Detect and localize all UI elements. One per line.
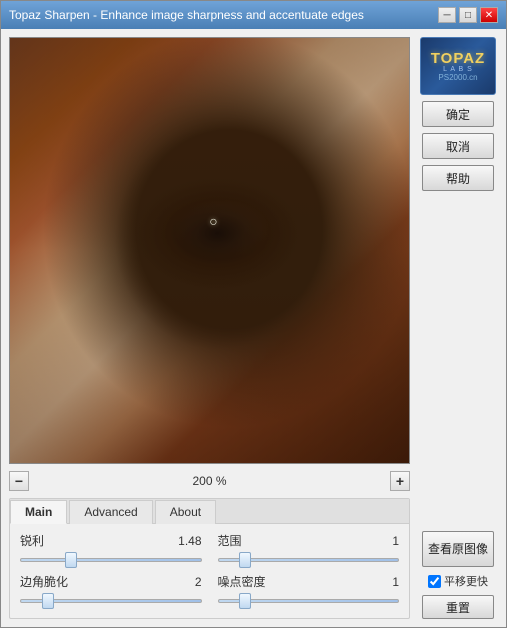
brand-name: TOPAZ [431, 51, 485, 66]
edge-fade-thumb[interactable] [42, 593, 54, 609]
edge-fade-control: 边角脆化 2 [20, 573, 202, 610]
edge-fade-track [20, 599, 202, 603]
zoom-bar: − 200 % + [9, 470, 410, 492]
right-panel: TOPAZ L A B S PS2000.cn 确定 取消 帮助 查看原图像 平… [418, 37, 498, 619]
tabs-header: Main Advanced About [10, 499, 409, 524]
sharpness-label: 锐利 [20, 532, 44, 549]
range-value: 1 [392, 534, 399, 548]
reset-button[interactable]: 重置 [422, 595, 494, 619]
sharpness-track [20, 558, 202, 562]
edge-fade-label: 边角脆化 [20, 573, 68, 590]
tab-main[interactable]: Main [10, 500, 67, 524]
content-area: − 200 % + Main Advanced About 锐利 [1, 29, 506, 627]
sharpness-control: 锐利 1.48 [20, 532, 202, 569]
noise-track [218, 599, 400, 603]
tabs-section: Main Advanced About 锐利 1.48 [9, 498, 410, 619]
range-slider[interactable] [218, 551, 400, 569]
zoom-value: 200 % [33, 474, 386, 488]
range-header: 范围 1 [218, 532, 400, 549]
title-controls: ─ □ ✕ [438, 7, 498, 23]
bottom-actions: 查看原图像 平移更快 重置 [422, 531, 494, 619]
sharpness-slider[interactable] [20, 551, 202, 569]
range-thumb[interactable] [239, 552, 251, 568]
sharpness-thumb[interactable] [65, 552, 77, 568]
controls-grid: 锐利 1.48 范围 [20, 532, 399, 610]
edge-fade-slider[interactable] [20, 592, 202, 610]
noise-thumb[interactable] [239, 593, 251, 609]
smooth-fast-checkbox[interactable] [428, 575, 441, 588]
range-control: 范围 1 [218, 532, 400, 569]
minimize-button[interactable]: ─ [438, 7, 456, 23]
help-button[interactable]: 帮助 [422, 165, 494, 191]
window-title: Topaz Sharpen - Enhance image sharpness … [9, 8, 364, 22]
left-panel: − 200 % + Main Advanced About 锐利 [9, 37, 410, 619]
main-window: Topaz Sharpen - Enhance image sharpness … [0, 0, 507, 628]
tab-about[interactable]: About [155, 500, 216, 524]
smooth-fast-row: 平移更快 [428, 573, 488, 589]
cancel-button[interactable]: 取消 [422, 133, 494, 159]
confirm-button[interactable]: 确定 [422, 101, 494, 127]
noise-header: 噪点密度 1 [218, 573, 400, 590]
sharpness-value: 1.48 [178, 534, 201, 548]
preview-container [9, 37, 410, 464]
edge-fade-header: 边角脆化 2 [20, 573, 202, 590]
tabs-content: 锐利 1.48 范围 [10, 524, 409, 618]
range-track [218, 558, 400, 562]
edge-fade-value: 2 [195, 575, 202, 589]
view-original-button[interactable]: 查看原图像 [422, 531, 494, 567]
zoom-out-button[interactable]: − [9, 471, 29, 491]
brand-url: PS2000.cn [438, 73, 477, 82]
noise-slider[interactable] [218, 592, 400, 610]
topaz-logo: TOPAZ L A B S PS2000.cn [420, 37, 496, 95]
smooth-fast-label: 平移更快 [444, 573, 488, 589]
close-button[interactable]: ✕ [480, 7, 498, 23]
sharpness-header: 锐利 1.48 [20, 532, 202, 549]
brand-sub: L A B S [443, 66, 473, 73]
noise-control: 噪点密度 1 [218, 573, 400, 610]
title-bar: Topaz Sharpen - Enhance image sharpness … [1, 1, 506, 29]
noise-label: 噪点密度 [218, 573, 266, 590]
range-label: 范围 [218, 532, 242, 549]
tab-advanced[interactable]: Advanced [69, 500, 152, 524]
noise-value: 1 [392, 575, 399, 589]
zoom-in-button[interactable]: + [390, 471, 410, 491]
maximize-button[interactable]: □ [459, 7, 477, 23]
preview-image[interactable] [10, 38, 409, 463]
